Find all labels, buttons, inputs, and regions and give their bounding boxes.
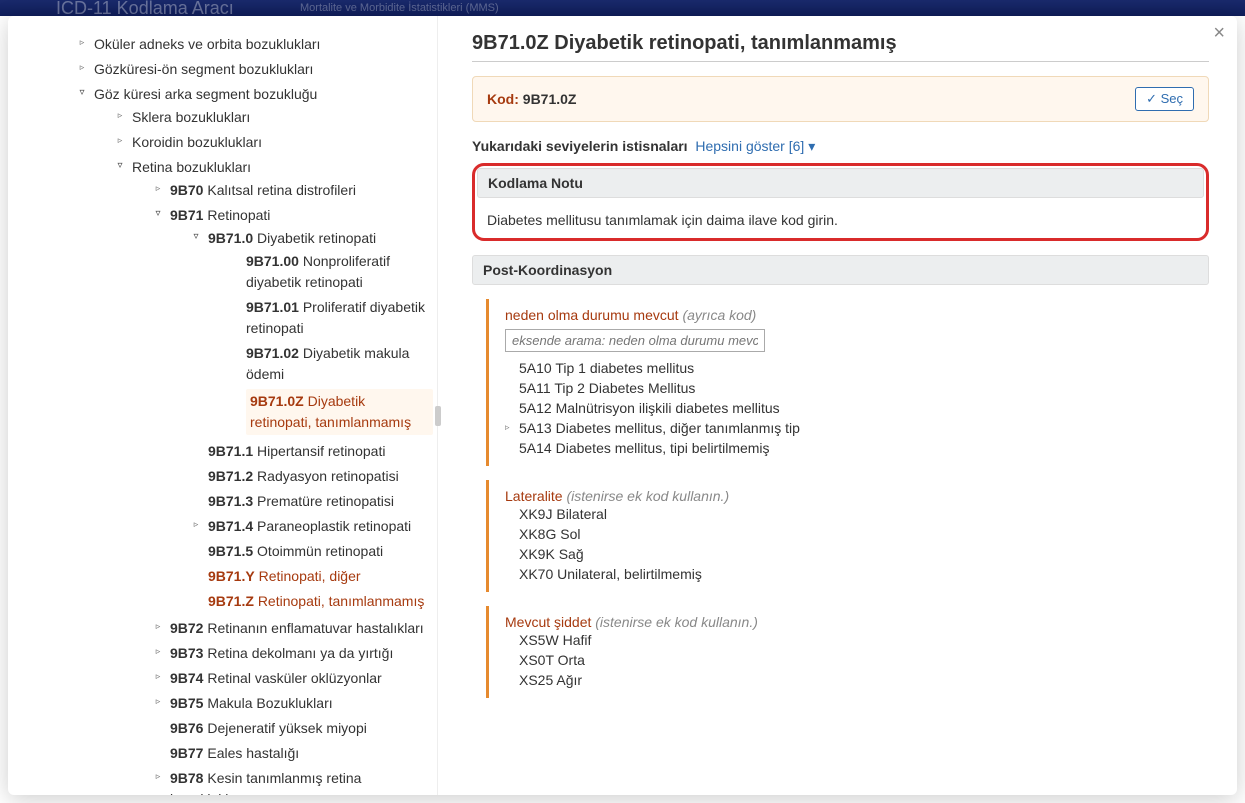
tree-node[interactable]: ▹9B73 Retina dekolmanı ya da yırtığı <box>148 641 433 666</box>
chevron-right-icon[interactable]: ▹ <box>152 645 164 659</box>
tree-node[interactable]: ▹9B75 Makula Bozuklukları <box>148 691 433 716</box>
chevron-right-icon[interactable]: ▹ <box>152 620 164 634</box>
exclusions-label: Yukarıdaki seviyelerin istisnaları <box>472 138 688 154</box>
tree-node[interactable]: ▹9B78 Kesin tanımlanmış retina bozuklukl… <box>148 766 433 795</box>
tree-node[interactable]: 9B76 Dejeneratif yüksek miyopi <box>148 716 433 741</box>
chevron-right-icon[interactable]: ▹ <box>190 518 202 532</box>
detail-title: 9B71.0Z Diyabetik retinopati, tanımlanma… <box>472 32 1209 62</box>
tree-node[interactable]: ▿Retina bozuklukları ▹9B70 Kalıtsal reti… <box>110 155 433 795</box>
chevron-right-icon[interactable]: ▹ <box>152 670 164 684</box>
coding-note-header: Kodlama Notu <box>477 168 1204 198</box>
pc-group-cause: neden olma durumu mevcut (ayrıca kod) 5A… <box>486 299 1209 466</box>
coding-note-highlight: Kodlama Notu Diabetes mellitusu tanımlam… <box>472 163 1209 241</box>
tree-node[interactable]: ▹Sklera bozuklukları <box>110 105 433 130</box>
tree-node[interactable]: 9B71.2 Radyasyon retinopatisi <box>186 464 433 489</box>
tree-node[interactable]: ▹9B72 Retinanın enflamatuvar hastalıklar… <box>148 616 433 641</box>
chevron-right-icon[interactable]: ▹ <box>114 109 126 123</box>
tree-node[interactable]: ▿9B71.0 Diyabetik retinopati 9B71.00 Non… <box>186 226 433 439</box>
tree-node[interactable]: 9B71.02 Diyabetik makula ödemi <box>224 341 433 387</box>
resize-handle[interactable] <box>438 16 444 795</box>
tree-node[interactable]: 9B71.01 Proliferatif diyabetik retinopat… <box>224 295 433 341</box>
pc-option[interactable]: XK8G Sol <box>519 524 1197 544</box>
chevron-down-icon[interactable]: ▿ <box>190 229 202 244</box>
tree-node[interactable]: 9B77 Eales hastalığı <box>148 741 433 766</box>
chevron-down-icon[interactable]: ▿ <box>114 158 126 173</box>
tree-node[interactable]: ▹Gözküresi-ön segment bozuklukları <box>72 57 433 82</box>
pc-option[interactable]: XS0T Orta <box>519 650 1197 670</box>
tree-node[interactable]: 9B71.00 Nonproliferatif diyabetik retino… <box>224 249 433 295</box>
pc-group-title: Lateralite (istenirse ek kod kullanın.) <box>505 488 1197 504</box>
chevron-right-icon[interactable]: ▹ <box>76 61 88 75</box>
code-label: Kod: 9B71.0Z <box>487 91 576 107</box>
detail-modal: × ▹Oküler adneks ve orbita bozuklukları … <box>8 16 1237 795</box>
pc-option[interactable]: 5A14 Diabetes mellitus, tipi belirtilmem… <box>519 438 1197 458</box>
tree-node[interactable]: 9B71.Z Retinopati, tanımlanmamış <box>186 589 433 614</box>
select-button[interactable]: ✓ Seç <box>1135 87 1194 111</box>
tree-node[interactable]: 9B71.1 Hipertansif retinopati <box>186 439 433 464</box>
pc-group-title: neden olma durumu mevcut (ayrıca kod) <box>505 307 1197 323</box>
tree-node[interactable]: ▿9B71 Retinopati ▿9B71.0 Diyabetik retin… <box>148 203 433 616</box>
pc-option[interactable]: 5A13 Diabetes mellitus, diğer tanımlanmı… <box>519 418 1197 438</box>
detail-panel: 9B71.0Z Diyabetik retinopati, tanımlanma… <box>444 16 1237 795</box>
chevron-down-icon[interactable]: ▿ <box>152 206 164 221</box>
tree-node[interactable]: ▹9B70 Kalıtsal retina distrofileri <box>148 178 433 203</box>
tree-node[interactable]: ▹Koroidin bozuklukları <box>110 130 433 155</box>
tree-node[interactable]: ▹9B71.4 Paraneoplastik retinopati <box>186 514 433 539</box>
chevron-right-icon[interactable]: ▹ <box>76 36 88 50</box>
pc-option[interactable]: XK70 Unilateral, belirtilmemiş <box>519 564 1197 584</box>
pc-option[interactable]: 5A11 Tip 2 Diabetes Mellitus <box>519 378 1197 398</box>
tree-node[interactable]: ▿Göz küresi arka segment bozukluğu ▹Skle… <box>72 82 433 795</box>
postcoord-header: Post-Koordinasyon <box>472 255 1209 285</box>
pc-group-title: Mevcut şiddet (istenirse ek kod kullanın… <box>505 614 1197 630</box>
code-box: Kod: 9B71.0Z ✓ Seç <box>472 76 1209 122</box>
pc-option[interactable]: XS5W Hafif <box>519 630 1197 650</box>
close-icon[interactable]: × <box>1213 22 1225 45</box>
chevron-down-icon[interactable]: ▿ <box>76 85 88 100</box>
chevron-right-icon[interactable]: ▹ <box>114 134 126 148</box>
tree-node[interactable]: ▹9B74 Retinal vasküler oklüzyonlar <box>148 666 433 691</box>
tree-node-selected[interactable]: 9B71.0Z Diyabetik retinopati, tanımlanma… <box>224 387 433 437</box>
tree-panel: ▹Oküler adneks ve orbita bozuklukları ▹G… <box>8 16 438 795</box>
tree-node[interactable]: 9B71.5 Otoimmün retinopati <box>186 539 433 564</box>
chevron-right-icon[interactable]: ▹ <box>152 182 164 196</box>
pc-option[interactable]: XK9K Sağ <box>519 544 1197 564</box>
chevron-right-icon[interactable]: ▹ <box>152 770 164 784</box>
exclusions-line: Yukarıdaki seviyelerin istisnaları Hepsi… <box>472 138 1209 155</box>
show-all-link[interactable]: Hepsini göster [6] ▾ <box>695 138 815 154</box>
tree-node[interactable]: 9B71.3 Prematüre retinopatisi <box>186 489 433 514</box>
pc-option[interactable]: XS25 Ağır <box>519 670 1197 690</box>
pc-option[interactable]: 5A10 Tip 1 diabetes mellitus <box>519 358 1197 378</box>
pc-option[interactable]: XK9J Bilateral <box>519 504 1197 524</box>
coding-note-body: Diabetes mellitusu tanımlamak için daima… <box>477 208 1204 236</box>
pc-group-laterality: Lateralite (istenirse ek kod kullanın.) … <box>486 480 1209 592</box>
pc-option[interactable]: 5A12 Malnütrisyon ilişkili diabetes mell… <box>519 398 1197 418</box>
tree-node[interactable]: ▹Oküler adneks ve orbita bozuklukları <box>72 32 433 57</box>
app-subtitle: Mortalite ve Morbidite İstatistikleri (M… <box>300 2 499 14</box>
pc-group-severity: Mevcut şiddet (istenirse ek kod kullanın… <box>486 606 1209 698</box>
tree-node[interactable]: 9B71.Y Retinopati, diğer <box>186 564 433 589</box>
chevron-right-icon[interactable]: ▹ <box>152 695 164 709</box>
pc-search-input[interactable] <box>505 329 765 352</box>
